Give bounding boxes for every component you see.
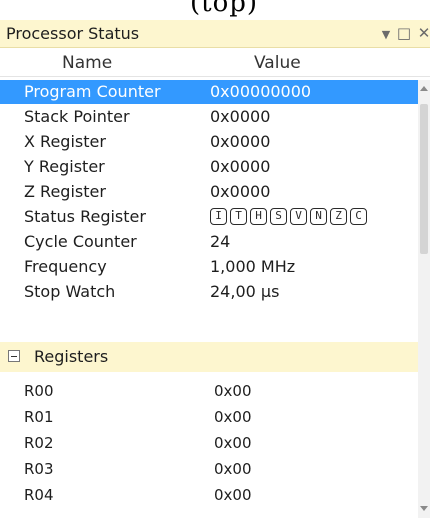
flag-h-checkbox[interactable]: H: [250, 208, 267, 225]
register-row-r03[interactable]: R03 0x00: [0, 458, 418, 483]
property-name: Frequency: [24, 257, 107, 276]
register-row-r04[interactable]: R04 0x00: [0, 484, 418, 509]
register-value: 0x00: [214, 486, 252, 504]
caption-text: (top): [190, 0, 259, 18]
property-row-stop-watch[interactable]: Stop Watch 24,00 µs: [0, 280, 418, 304]
property-name: Status Register: [24, 207, 146, 226]
property-row-status-register[interactable]: Status Register I T H S V N Z C: [0, 205, 418, 229]
column-header: Name Value: [0, 49, 430, 77]
property-row-frequency[interactable]: Frequency 1,000 MHz: [0, 255, 418, 279]
register-value: 0x00: [214, 434, 252, 452]
register-row-r01[interactable]: R01 0x00: [0, 406, 418, 431]
property-value: 0x00000000: [210, 82, 312, 101]
flag-c-checkbox[interactable]: C: [350, 208, 367, 225]
property-value: 0x0000: [210, 157, 271, 176]
register-name: R04: [24, 486, 54, 504]
property-name: X Register: [24, 132, 106, 151]
property-value: 0x0000: [210, 132, 271, 151]
panel-title-bar: Processor Status ▼ □ ✕: [0, 20, 430, 48]
property-value: 24: [210, 232, 231, 251]
register-name: R02: [24, 434, 54, 452]
register-row-r00[interactable]: R00 0x00: [0, 380, 418, 405]
property-row-x-register[interactable]: X Register 0x0000: [0, 130, 418, 154]
maximize-icon[interactable]: □: [396, 24, 412, 42]
register-value: 0x00: [214, 382, 252, 400]
property-row-stack-pointer[interactable]: Stack Pointer 0x0000: [0, 105, 418, 129]
register-row-r02[interactable]: R02 0x00: [0, 432, 418, 457]
property-value: 1,000 MHz: [210, 257, 296, 276]
property-name: Z Register: [24, 182, 106, 201]
property-row-cycle-counter[interactable]: Cycle Counter 24: [0, 230, 418, 254]
property-value: 24,00 µs: [210, 282, 280, 301]
register-name: R00: [24, 382, 54, 400]
property-value: 0x0000: [210, 182, 271, 201]
column-header-name[interactable]: Name: [62, 53, 112, 73]
property-name: Stop Watch: [24, 282, 116, 301]
figure-caption: (top): [0, 0, 430, 18]
register-value: 0x00: [214, 408, 252, 426]
close-icon[interactable]: ✕: [416, 24, 430, 42]
property-value: 0x0000: [210, 107, 271, 126]
registers-section-label: Registers: [34, 347, 109, 366]
property-name: Y Register: [24, 157, 105, 176]
flag-n-checkbox[interactable]: N: [310, 208, 327, 225]
property-row-z-register[interactable]: Z Register 0x0000: [0, 180, 418, 204]
flag-v-checkbox[interactable]: V: [290, 208, 307, 225]
scroll-down-icon[interactable]: [420, 506, 428, 511]
property-name: Program Counter: [24, 82, 161, 101]
column-header-value[interactable]: Value: [254, 53, 301, 73]
property-row-program-counter[interactable]: Program Counter 0x00000000: [0, 80, 418, 104]
flag-s-checkbox[interactable]: S: [270, 208, 287, 225]
property-row-y-register[interactable]: Y Register 0x0000: [0, 155, 418, 179]
flag-z-checkbox[interactable]: Z: [330, 208, 347, 225]
flag-i-checkbox[interactable]: I: [210, 208, 227, 225]
processor-status-panel: Processor Status ▼ □ ✕ Name Value Progra…: [0, 20, 430, 518]
property-name: Stack Pointer: [24, 107, 130, 126]
register-name: R03: [24, 460, 54, 478]
panel-title: Processor Status: [6, 24, 140, 43]
scrollbar-thumb[interactable]: [420, 104, 428, 254]
dropdown-arrow-icon[interactable]: ▼: [378, 26, 394, 44]
register-value: 0x00: [214, 460, 252, 478]
scroll-up-icon[interactable]: [420, 86, 428, 91]
property-name: Cycle Counter: [24, 232, 137, 251]
collapse-icon[interactable]: [8, 350, 20, 362]
vertical-scrollbar[interactable]: [418, 80, 430, 518]
status-flags: I T H S V N Z C: [210, 208, 367, 225]
register-name: R01: [24, 408, 54, 426]
registers-section-header[interactable]: Registers: [0, 342, 418, 372]
flag-t-checkbox[interactable]: T: [230, 208, 247, 225]
